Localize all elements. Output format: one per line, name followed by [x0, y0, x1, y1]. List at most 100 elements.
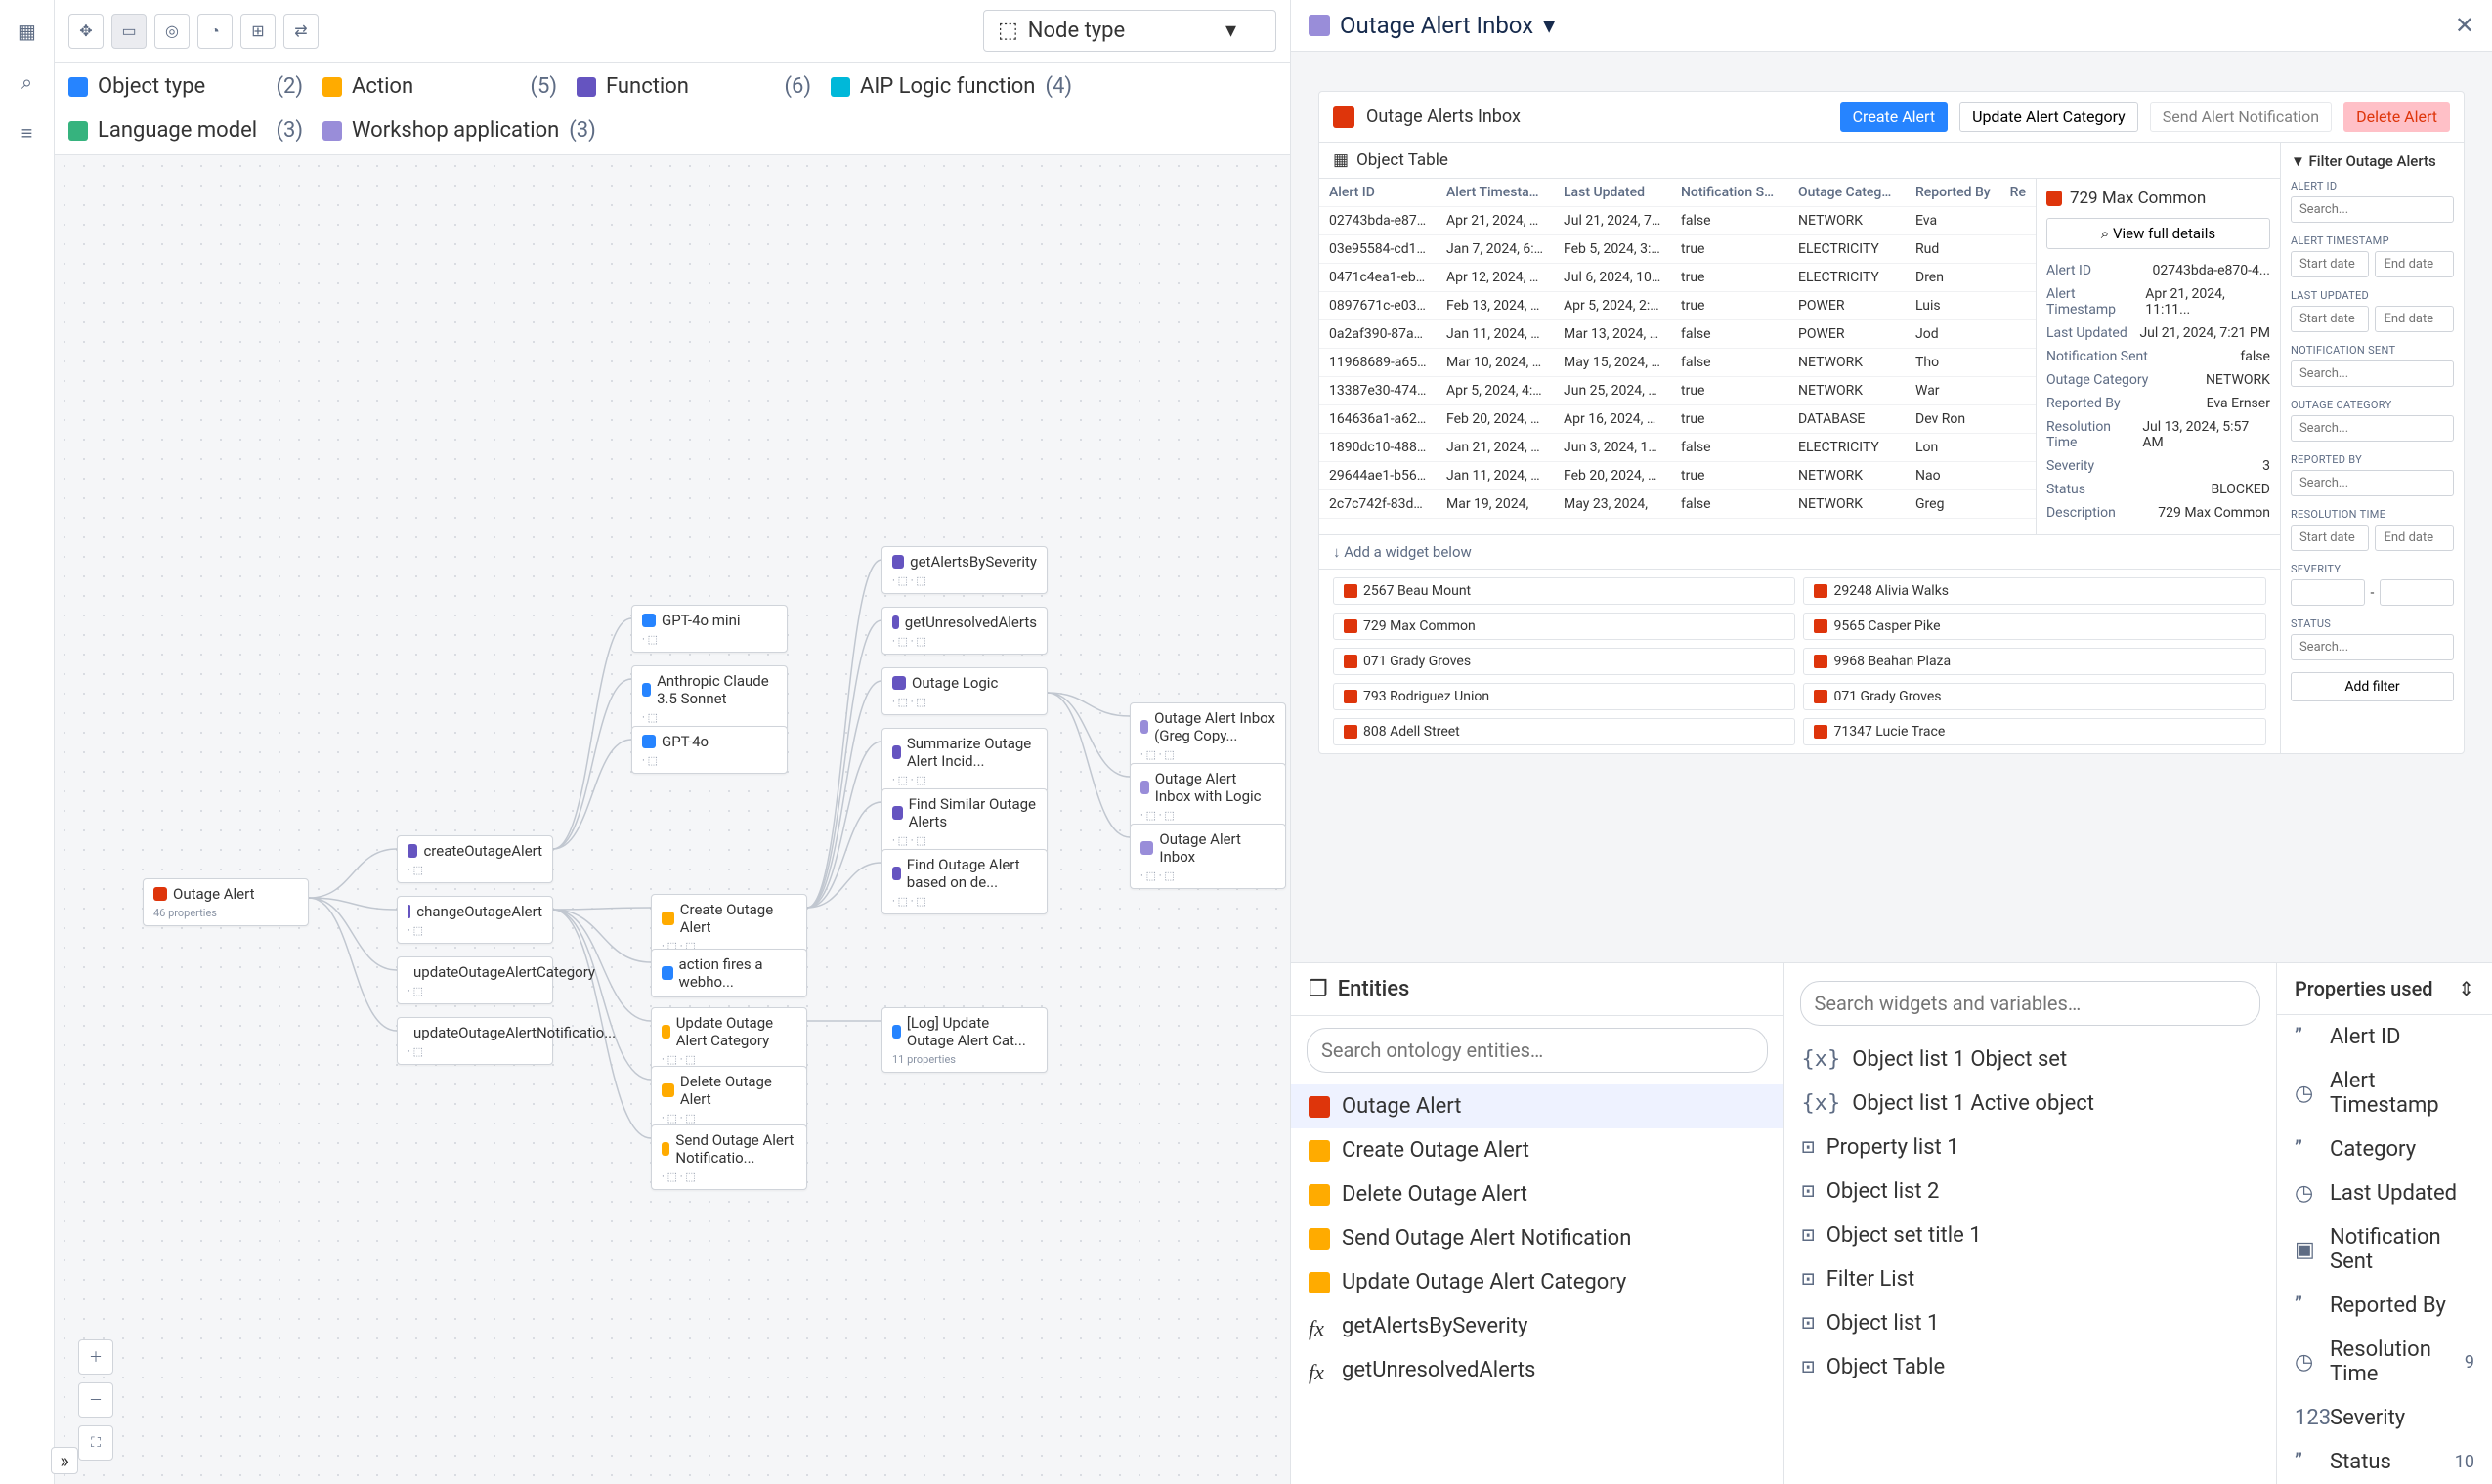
canvas-body[interactable]: ＋ － ⛶ Outage Alert46 properties createOut…	[55, 155, 1290, 1484]
graph-node[interactable]: Find Outage Alert based on de...· ⬚ · ⬚	[881, 849, 1048, 914]
widget-item[interactable]: {x}Object list 1 Active object	[1784, 1081, 2277, 1125]
widgets-search-input[interactable]	[1800, 981, 2261, 1026]
graph-node[interactable]: Anthropic Claude 3.5 Sonnet· ⬚	[631, 665, 788, 731]
graph-node[interactable]: createOutageAlert· ⬚	[397, 835, 553, 883]
node-type-select[interactable]: ⬚ Node type ▾	[983, 10, 1276, 52]
alert-chip[interactable]: 29248 Alivia Walks	[1803, 577, 2265, 605]
filter-start-date[interactable]	[2291, 525, 2370, 551]
create-alert-button[interactable]: Create Alert	[1840, 102, 1948, 132]
legend-item[interactable]: Function(6)	[577, 74, 811, 99]
graph-node[interactable]: Outage Alert Inbox with Logic· ⬚ · ⬚	[1130, 763, 1286, 828]
zoom-out-button[interactable]: －	[78, 1382, 113, 1418]
entity-item[interactable]: Update Outage Alert Category	[1291, 1260, 1783, 1304]
chart-tool[interactable]: ◔	[197, 14, 233, 49]
property-item[interactable]: ◷Last Updated	[2277, 1171, 2492, 1215]
alert-chip[interactable]: 808 Adell Street	[1333, 718, 1795, 745]
graph-node[interactable]: Send Outage Alert Notificatio...· ⬚ · ⬚	[651, 1124, 807, 1190]
entity-item[interactable]: Outage Alert	[1291, 1084, 1783, 1128]
property-item[interactable]: ”Category	[2277, 1127, 2492, 1171]
filter-end-date[interactable]	[2375, 251, 2454, 277]
graph-node[interactable]: Update Outage Alert Category· ⬚ · ⬚	[651, 1007, 807, 1073]
graph-node[interactable]: Outage Alert Inbox· ⬚ · ⬚	[1130, 824, 1286, 889]
widget-item[interactable]: ⊡Filter List	[1784, 1257, 2277, 1301]
add-filter-button[interactable]: Add filter	[2291, 672, 2454, 701]
legend-item[interactable]: Language model(3)	[68, 118, 303, 143]
property-item[interactable]: ▣Notification Sent	[2277, 1215, 2492, 1284]
column-header[interactable]: Alert ID	[1319, 179, 1437, 207]
column-header[interactable]: Alert Timestamp	[1437, 179, 1554, 207]
list-icon[interactable]: ≡	[12, 117, 43, 148]
filter-input[interactable]	[2291, 470, 2454, 496]
graph-node[interactable]: Outage Alert46 properties	[143, 878, 309, 926]
column-header[interactable]: Notification Sent	[1671, 179, 1788, 207]
table-row[interactable]: 03e95584-cd18-4305-...Jan 7, 2024, 6:26 …	[1319, 235, 2036, 264]
filter-input[interactable]	[2291, 360, 2454, 387]
property-item[interactable]: ◷Alert Timestamp	[2277, 1059, 2492, 1127]
alert-chip[interactable]: 729 Max Common	[1333, 613, 1795, 640]
alert-chip[interactable]: 9565 Casper Pike	[1803, 613, 2265, 640]
filter-input[interactable]	[2291, 415, 2454, 442]
table-row[interactable]: 2c7c742f-83d1-...Mar 19, 2024,May 23, 20…	[1319, 490, 2036, 519]
grid-tool[interactable]: ⊞	[240, 14, 276, 49]
zoom-in-button[interactable]: ＋	[78, 1339, 113, 1375]
entity-item[interactable]: fxgetUnresolvedAlerts	[1291, 1348, 1783, 1392]
table-row[interactable]: 13387e30-474f-4944-9524-...Apr 5, 2024, …	[1319, 377, 2036, 405]
alert-chip[interactable]: 071 Grady Groves	[1803, 683, 2265, 710]
property-item[interactable]: ”Alert ID	[2277, 1015, 2492, 1059]
update-category-button[interactable]: Update Alert Category	[1959, 102, 2138, 132]
column-header[interactable]: Outage Category	[1788, 179, 1906, 207]
column-header[interactable]: Reported By	[1906, 179, 2000, 207]
widget-item[interactable]: ⊡Object list 2	[1784, 1169, 2277, 1213]
layout-icon[interactable]: ▦	[12, 16, 43, 47]
property-item[interactable]: ”Reported By	[2277, 1284, 2492, 1328]
target-tool[interactable]: ◎	[154, 14, 190, 49]
filter-min[interactable]	[2291, 579, 2365, 606]
table-row[interactable]: 0a2af390-87a0-4855-a4ac-...Jan 11, 2024,…	[1319, 320, 2036, 349]
property-item[interactable]: ”Status10	[2277, 1440, 2492, 1484]
graph-node[interactable]: Outage Alert Inbox (Greg Copy...· ⬚ · ⬚	[1130, 702, 1286, 768]
graph-node[interactable]: GPT-4o· ⬚	[631, 726, 788, 774]
entities-search-input[interactable]	[1307, 1028, 1768, 1073]
table-row[interactable]: 164636a1-a624-4d5e-...Feb 20, 2024, 10:5…	[1319, 405, 2036, 434]
filter-input[interactable]	[2291, 634, 2454, 660]
zoom-fit-button[interactable]: ⛶	[78, 1425, 113, 1461]
swap-tool[interactable]: ⇄	[283, 14, 319, 49]
table-row[interactable]: 1890dc10-4884-910b-...Jan 21, 2024, 5:34…	[1319, 434, 2036, 462]
graph-node[interactable]: Summarize Outage Alert Incid...· ⬚ · ⬚	[881, 728, 1048, 793]
alert-chip[interactable]: 2567 Beau Mount	[1333, 577, 1795, 605]
graph-node[interactable]: Find Similar Outage Alerts· ⬚ · ⬚	[881, 788, 1048, 854]
graph-node[interactable]: Outage Logic· ⬚ · ⬚	[881, 667, 1048, 715]
filter-max[interactable]	[2380, 579, 2454, 606]
filter-end-date[interactable]	[2375, 306, 2454, 332]
entity-item[interactable]: Delete Outage Alert	[1291, 1172, 1783, 1216]
graph-node[interactable]: getUnresolvedAlerts· ⬚ · ⬚	[881, 607, 1048, 655]
expand-icon[interactable]: ⇕	[2458, 977, 2474, 1000]
entity-item[interactable]: Create Outage Alert	[1291, 1128, 1783, 1172]
pan-tool[interactable]: ✥	[68, 14, 104, 49]
object-table[interactable]: Alert IDAlert TimestampLast UpdatedNotif…	[1319, 179, 2036, 519]
chevron-down-icon[interactable]: ▾	[1543, 12, 1555, 39]
alert-chip[interactable]: 793 Rodriguez Union	[1333, 683, 1795, 710]
select-tool[interactable]: ▭	[111, 14, 147, 49]
widget-item[interactable]: ⊡Property list 1	[1784, 1125, 2277, 1169]
legend-item[interactable]: AIP Logic function(4)	[831, 74, 1072, 99]
view-full-details-button[interactable]: ⌕ View full details	[2046, 218, 2270, 249]
filter-end-date[interactable]	[2375, 525, 2454, 551]
graph-node[interactable]: GPT-4o mini· ⬚	[631, 605, 788, 653]
graph-node[interactable]: action fires a webho...	[651, 949, 807, 997]
graph-node[interactable]: updateOutageAlertNotificatio...· ⬚	[397, 1017, 553, 1065]
add-widget-row[interactable]: ↓ Add a widget below	[1319, 534, 2280, 569]
graph-node[interactable]: getAlertsBySeverity· ⬚ · ⬚	[881, 546, 1048, 594]
legend-item[interactable]: Action(5)	[322, 74, 557, 99]
alert-chip[interactable]: 071 Grady Groves	[1333, 648, 1795, 675]
column-header[interactable]: Re	[2000, 179, 2036, 207]
widget-item[interactable]: ⊡Object Table	[1784, 1345, 2277, 1389]
graph-node[interactable]: changeOutageAlert· ⬚	[397, 896, 553, 944]
table-row[interactable]: 02743bda-e870-439f-...Apr 21, 2024, 11:1…	[1319, 207, 2036, 235]
table-row[interactable]: 11968689-a659-47ab-...Mar 10, 2024, 2:23…	[1319, 349, 2036, 377]
close-icon[interactable]: ✕	[2455, 12, 2474, 39]
widget-item[interactable]: ⊡Object list 1	[1784, 1301, 2277, 1345]
filter-start-date[interactable]	[2291, 251, 2370, 277]
filter-input[interactable]	[2291, 196, 2454, 223]
graph-node[interactable]: Delete Outage Alert· ⬚ · ⬚	[651, 1066, 807, 1131]
